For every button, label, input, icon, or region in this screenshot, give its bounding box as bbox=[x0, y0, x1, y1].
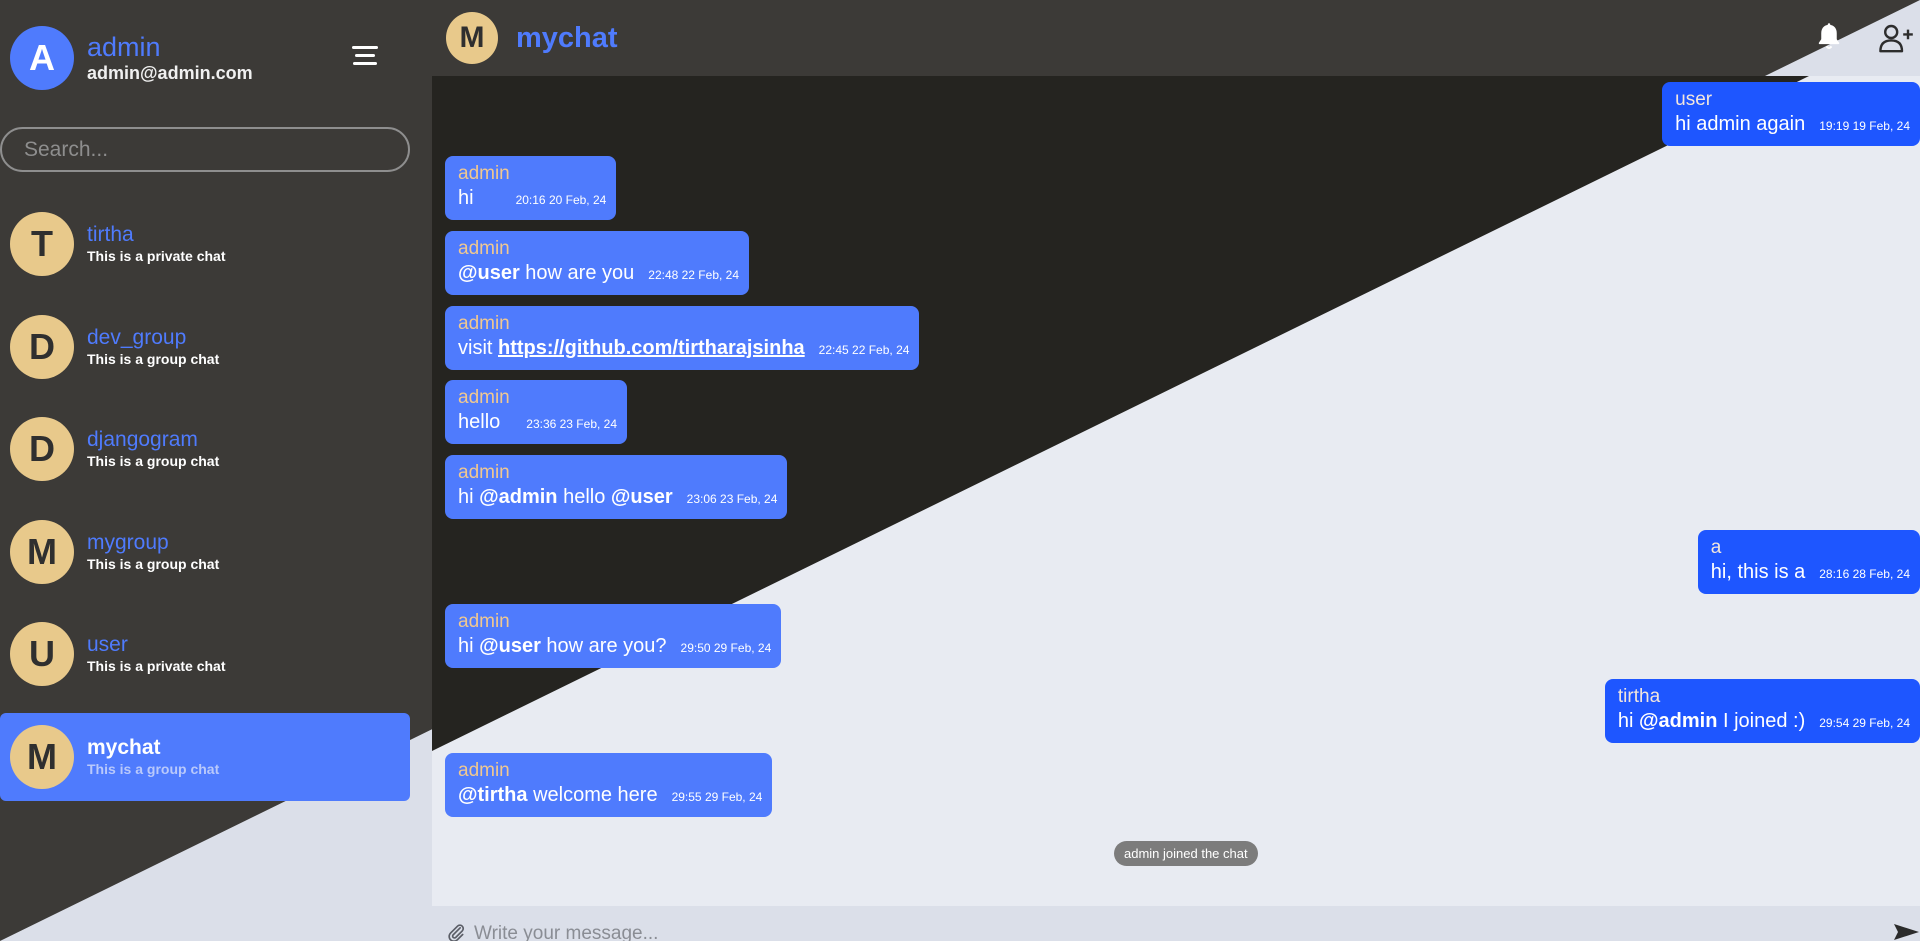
message-bubble: admin @tirtha welcome here 29:55 29 Feb,… bbox=[445, 753, 773, 817]
chat-header: M mychat bbox=[432, 0, 1920, 76]
chat-header-avatar: M bbox=[446, 12, 498, 64]
message-sender: user bbox=[1675, 89, 1713, 110]
chat-item-user[interactable]: U user This is a private chat bbox=[0, 610, 410, 698]
message-time: 29:54 29 Feb, 24 bbox=[1819, 716, 1910, 730]
message-sender: admin bbox=[458, 387, 510, 408]
message-text: hi @user how are you? bbox=[458, 635, 667, 657]
message-composer bbox=[432, 908, 1920, 941]
message-bubble: admin hello 23:36 23 Feb, 24 bbox=[445, 380, 628, 444]
message-sender: admin bbox=[458, 163, 510, 184]
sidebar: A admin admin@admin.com T tirtha This is… bbox=[0, 0, 432, 941]
message-sender: admin bbox=[458, 313, 510, 334]
chat-avatar: M bbox=[10, 724, 74, 789]
chat-description: This is a group chat bbox=[87, 350, 220, 367]
message-sender: admin bbox=[458, 462, 510, 483]
message-text: hi, this is a bbox=[1710, 561, 1806, 583]
mention: @user bbox=[610, 486, 673, 508]
chat-name: djangogram bbox=[87, 428, 198, 451]
message-sender: tirtha bbox=[1617, 686, 1661, 707]
system-message: admin joined the chat bbox=[1114, 841, 1258, 866]
user-avatar: A bbox=[10, 26, 74, 90]
mention: @admin bbox=[1639, 710, 1718, 732]
user-name: admin bbox=[87, 32, 161, 62]
chat-item-dev-group[interactable]: D dev_group This is a group chat bbox=[0, 303, 410, 391]
chat-description: This is a group chat bbox=[87, 555, 220, 572]
chat-name: mychat bbox=[87, 735, 161, 759]
message-link[interactable]: https://github.com/tirtharajsinha bbox=[498, 337, 805, 359]
chat-avatar: M bbox=[10, 519, 74, 584]
message-bubble: a hi, this is a 28:16 28 Feb, 24 bbox=[1697, 530, 1920, 594]
message-text: hi admin again bbox=[1675, 113, 1806, 135]
message-area: user hi admin again 19:19 19 Feb, 24 adm… bbox=[432, 76, 1920, 906]
chat-description: This is a group chat bbox=[87, 760, 220, 777]
message-time: 20:16 20 Feb, 24 bbox=[515, 193, 607, 207]
message-bubble: admin @user how are you 22:48 22 Feb, 24 bbox=[445, 231, 750, 295]
mention: @tirtha bbox=[458, 784, 528, 806]
message-bubble: admin hi @admin hello @user 23:06 23 Feb… bbox=[445, 455, 788, 519]
message-sender: a bbox=[1710, 537, 1722, 558]
message-time: 29:55 29 Feb, 24 bbox=[671, 790, 763, 804]
chat-name: mygroup bbox=[87, 530, 169, 554]
chat-item-djangogram[interactable]: D djangogram This is a group chat bbox=[0, 405, 410, 493]
message-time: 22:48 22 Feb, 24 bbox=[648, 268, 740, 282]
message-bubble: user hi admin again 19:19 19 Feb, 24 bbox=[1662, 82, 1920, 146]
chat-name: tirtha bbox=[87, 223, 134, 246]
message-text: hi @admin I joined :) bbox=[1617, 710, 1806, 732]
chat-description: This is a group chat bbox=[87, 453, 220, 469]
message-text: hi bbox=[458, 187, 474, 209]
chat-item-mychat[interactable]: M mychat This is a group chat bbox=[0, 712, 410, 801]
message-bubble: tirtha hi @admin I joined :) 29:54 29 Fe… bbox=[1604, 679, 1920, 743]
chat-description: This is a private chat bbox=[87, 248, 226, 264]
message-bubble: admin hi @user how are you? 29:50 29 Feb… bbox=[445, 604, 782, 668]
mention: @user bbox=[479, 635, 541, 657]
chat-list: T tirtha This is a private chat D dev_gr… bbox=[0, 200, 410, 815]
message-time: 23:36 23 Feb, 24 bbox=[526, 417, 618, 431]
user-plus-icon[interactable] bbox=[1878, 22, 1914, 54]
chat-avatar: D bbox=[10, 417, 74, 481]
chat-item-mygroup[interactable]: M mygroup This is a group chat bbox=[0, 508, 410, 596]
message-time: 23:06 23 Feb, 24 bbox=[686, 492, 778, 506]
message-time: 29:50 29 Feb, 24 bbox=[680, 641, 772, 655]
message-time: 28:16 28 Feb, 24 bbox=[1819, 567, 1910, 581]
chat-description: This is a private chat bbox=[87, 658, 226, 674]
chat-item-tirtha[interactable]: T tirtha This is a private chat bbox=[0, 200, 410, 288]
user-profile: A admin admin@admin.com bbox=[10, 25, 253, 91]
message-text: hi @admin hello @user bbox=[458, 486, 673, 508]
bell-icon[interactable] bbox=[1814, 22, 1844, 52]
chat-name: user bbox=[87, 633, 128, 656]
chat-avatar: U bbox=[10, 622, 74, 686]
hamburger-icon[interactable] bbox=[352, 46, 378, 66]
user-email: admin@admin.com bbox=[87, 63, 253, 83]
message-bubble: admin hi 20:16 20 Feb, 24 bbox=[445, 156, 617, 220]
message-input[interactable] bbox=[474, 922, 1774, 941]
message-sender: admin bbox=[458, 760, 510, 781]
chat-avatar: T bbox=[10, 212, 74, 276]
message-sender: admin bbox=[458, 238, 510, 259]
mention: @admin bbox=[479, 486, 558, 508]
message-time: 22:45 22 Feb, 24 bbox=[818, 343, 910, 357]
chat-name: dev_group bbox=[87, 325, 187, 349]
chat-title: mychat bbox=[516, 22, 618, 54]
message-text: @user how are you bbox=[458, 262, 635, 284]
message-text: @tirtha welcome here bbox=[458, 784, 658, 806]
message-time: 19:19 19 Feb, 24 bbox=[1819, 119, 1910, 133]
message-text: visit https://github.com/tirtharajsinha bbox=[458, 337, 805, 359]
mention: @user bbox=[458, 262, 520, 284]
message-text: hello bbox=[458, 411, 501, 433]
chat-avatar: D bbox=[10, 314, 74, 379]
message-sender: admin bbox=[458, 611, 510, 632]
search-input[interactable] bbox=[0, 127, 410, 172]
message-bubble: admin visit https://github.com/tirtharaj… bbox=[445, 306, 920, 370]
send-icon[interactable] bbox=[1892, 922, 1920, 941]
paperclip-icon[interactable] bbox=[446, 922, 466, 941]
